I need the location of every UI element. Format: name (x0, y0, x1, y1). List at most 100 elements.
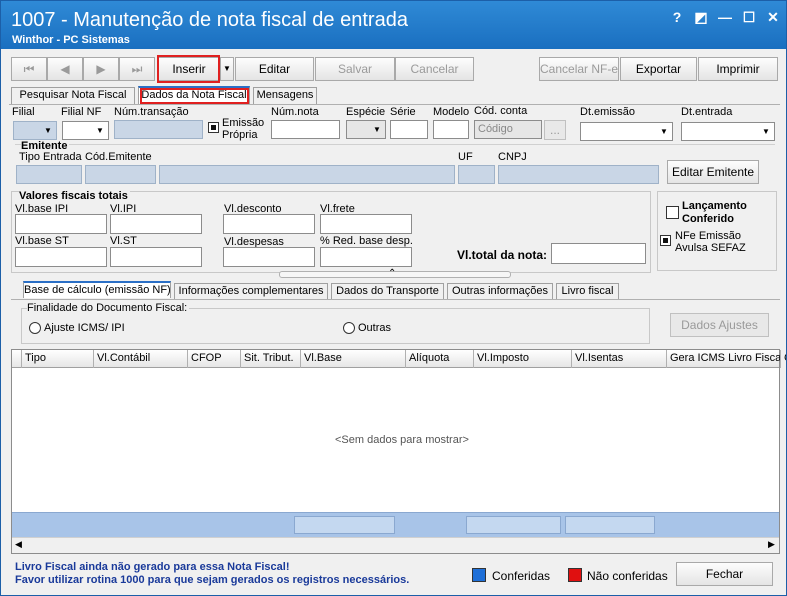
cancelar-nfe-button[interactable]: Cancelar NF-e (539, 57, 619, 81)
dt-emissao-input[interactable]: ▼ (580, 122, 673, 141)
serie-input[interactable] (390, 120, 428, 139)
num-nota-input[interactable] (271, 120, 340, 139)
window-title: 1007 - Manutenção de nota fiscal de entr… (11, 9, 408, 31)
tab-dados-transporte[interactable]: Dados do Transporte (331, 283, 444, 300)
cnpj-input[interactable] (498, 165, 659, 184)
last-record-button[interactable]: ⏭ (119, 57, 155, 81)
chevron-down-icon: ▼ (44, 126, 52, 135)
vl-base-st-input[interactable] (15, 247, 107, 267)
horizontal-scrollbar[interactable]: ◀ ▶ (12, 537, 779, 553)
filial-select[interactable]: ▼ (13, 121, 57, 140)
filial-nf-label: Filial NF (61, 106, 102, 118)
cod-conta-input[interactable]: Código (474, 120, 542, 139)
col-c[interactable]: C (781, 350, 786, 368)
col-vl-isentas[interactable]: Vl.Isentas (572, 350, 667, 368)
editar-emitente-button[interactable]: Editar Emitente (667, 160, 759, 184)
title-bar[interactable]: 1007 - Manutenção de nota fiscal de entr… (1, 1, 786, 49)
scroll-left-icon[interactable]: ◀ (15, 539, 22, 550)
tab-pesquisar-nota-fiscal[interactable]: Pesquisar Nota Fiscal (11, 87, 135, 104)
tab-outras-informacoes[interactable]: Outras informações (447, 283, 553, 300)
legend-nao-conferidas-label: Não conferidas (587, 569, 668, 583)
salvar-button[interactable]: Salvar (315, 57, 395, 81)
modelo-input[interactable] (433, 120, 469, 139)
vl-total-nota-input[interactable] (551, 243, 646, 264)
emissao-propria-checkbox[interactable] (208, 122, 219, 133)
vl-frete-input[interactable] (320, 214, 412, 234)
exportar-button[interactable]: Exportar (620, 57, 697, 81)
legend-nao-conferidas-swatch (568, 568, 582, 582)
dt-emissao-label: Dt.emissão (580, 106, 636, 118)
finalidade-label: Finalidade do Documento Fiscal: (27, 302, 190, 314)
imprimir-button[interactable]: Imprimir (698, 57, 778, 81)
vl-base-st-label: Vl.base ST (15, 235, 69, 247)
footer-vl-isentas-total (565, 516, 655, 534)
help-icon[interactable]: ? (669, 9, 685, 25)
vl-base-ipi-input[interactable] (15, 214, 107, 234)
vl-total-nota-label: Vl.total da nota: (457, 248, 547, 262)
tipo-entrada-input[interactable] (16, 165, 82, 184)
emitente-nome-input[interactable] (159, 165, 455, 184)
valores-fiscais-header: Valores fiscais totais (19, 190, 130, 202)
restore-icon[interactable]: ◩ (693, 9, 709, 25)
cancelar-button[interactable]: Cancelar (395, 57, 474, 81)
fechar-button[interactable]: Fechar (676, 562, 773, 586)
tab-mensagens[interactable]: Mensagens (253, 87, 317, 104)
ajuste-icms-label: Ajuste ICMS/ IPI (44, 322, 125, 334)
dt-entrada-input[interactable]: ▼ (681, 122, 775, 141)
num-nota-label: Núm.nota (271, 106, 319, 118)
first-record-button[interactable]: ⏮ (11, 57, 47, 81)
lancamento-conferido-label: Lançamento Conferido (682, 200, 747, 225)
outras-label: Outras (358, 322, 392, 334)
col-tipo[interactable]: Tipo (22, 350, 94, 368)
vl-st-input[interactable] (110, 247, 202, 267)
uf-input[interactable] (458, 165, 495, 184)
filial-nf-select[interactable]: ▼ (62, 121, 109, 140)
col-vl-imposto[interactable]: Vl.Imposto (474, 350, 572, 368)
nfe-emissao-avulsa-label: NFe Emissão Avulsa SEFAZ (675, 230, 746, 254)
close-icon[interactable]: ✕ (765, 9, 781, 25)
chevron-up-icon[interactable]: ⌃ (388, 268, 396, 279)
lancamento-conferido-checkbox[interactable] (666, 206, 679, 219)
vl-desconto-input[interactable] (223, 214, 315, 234)
inserir-dropdown-icon[interactable]: ▼ (220, 57, 234, 81)
chevron-down-icon: ▼ (660, 127, 668, 136)
minimize-icon[interactable]: — (717, 9, 733, 25)
red-base-desp-input[interactable] (320, 247, 412, 267)
especie-select[interactable]: ▼ (346, 120, 386, 139)
outras-radio[interactable] (343, 322, 355, 334)
bottom-tab-divider (11, 299, 780, 300)
maximize-icon[interactable]: ☐ (741, 9, 757, 25)
col-aliquota[interactable]: Alíquota (406, 350, 474, 368)
cod-conta-search-button[interactable]: ... (544, 120, 566, 140)
highlight-inserir (157, 55, 220, 83)
red-base-desp-label: % Red. base desp. (320, 235, 413, 247)
chevron-down-icon: ▼ (373, 125, 381, 134)
filial-label: Filial (12, 106, 35, 118)
vl-despesas-input[interactable] (223, 247, 315, 267)
col-gera-icms[interactable]: Gera ICMS Livro Fiscal (667, 350, 781, 368)
tab-base-calculo[interactable]: Base de cálculo (emissão NF) (23, 281, 171, 298)
col-sit-tribut[interactable]: Sit. Tribut. (241, 350, 301, 368)
vl-st-label: Vl.ST (110, 235, 137, 247)
vl-ipi-input[interactable] (110, 214, 202, 234)
ajuste-icms-radio[interactable] (29, 322, 41, 334)
prev-record-button[interactable]: ◀ (47, 57, 83, 81)
col-cfop[interactable]: CFOP (188, 350, 241, 368)
col-vl-contabil[interactable]: Vl.Contábil (94, 350, 188, 368)
impostos-grid[interactable]: Tipo Vl.Contábil CFOP Sit. Tribut. Vl.Ba… (11, 349, 786, 554)
dados-ajustes-button[interactable]: Dados Ajustes (670, 313, 769, 337)
tab-divider (9, 104, 780, 105)
next-record-button[interactable]: ▶ (83, 57, 119, 81)
num-transacao-input[interactable] (114, 120, 203, 139)
scroll-right-icon[interactable]: ▶ (768, 539, 775, 550)
status-line-1: Livro Fiscal ainda não gerado para essa … (15, 561, 290, 573)
tab-informacoes-complementares[interactable]: Informações complementares (174, 283, 328, 300)
cod-emitente-input[interactable] (85, 165, 156, 184)
col-vl-base[interactable]: Vl.Base (301, 350, 406, 368)
grid-corner (12, 350, 22, 368)
tab-livro-fiscal[interactable]: Livro fiscal (556, 283, 619, 300)
legend-conferidas-swatch (472, 568, 486, 582)
modelo-label: Modelo (433, 106, 470, 118)
editar-button[interactable]: Editar (235, 57, 314, 81)
nfe-emissao-avulsa-checkbox[interactable] (660, 235, 671, 246)
